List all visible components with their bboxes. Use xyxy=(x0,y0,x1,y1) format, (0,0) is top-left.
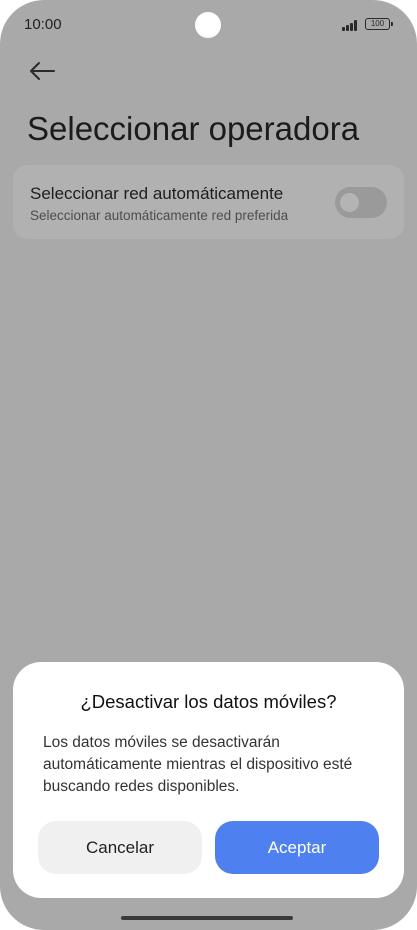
back-button[interactable] xyxy=(26,56,58,86)
status-time: 10:00 xyxy=(24,16,62,33)
auto-network-toggle[interactable] xyxy=(335,187,387,218)
phone-screen: 10:00 100 Seleccionar operadora Seleccio… xyxy=(0,0,417,930)
auto-network-setting[interactable]: Seleccionar red automáticamente Seleccio… xyxy=(13,165,404,239)
dialog-message: Los datos móviles se desactivarán automá… xyxy=(43,734,353,795)
camera-cutout xyxy=(195,12,221,38)
dialog-title: ¿Desactivar los datos móviles? xyxy=(80,691,337,712)
page-title: Seleccionar operadora xyxy=(27,110,360,147)
setting-subtitle: Seleccionar automáticamente red preferid… xyxy=(30,208,289,223)
status-bar: 10:00 100 xyxy=(0,0,417,50)
signal-icon xyxy=(342,17,360,31)
accept-button[interactable]: Aceptar xyxy=(215,821,379,874)
arrow-left-icon xyxy=(30,62,55,80)
toggle-knob xyxy=(340,193,359,212)
battery-level: 100 xyxy=(370,19,385,28)
cancel-button[interactable]: Cancelar xyxy=(38,821,202,874)
battery-icon: 100 xyxy=(365,18,393,30)
home-indicator[interactable] xyxy=(121,916,293,920)
setting-title: Seleccionar red automáticamente xyxy=(30,184,284,203)
disable-mobile-data-dialog: ¿Desactivar los datos móviles? Los datos… xyxy=(13,662,404,898)
